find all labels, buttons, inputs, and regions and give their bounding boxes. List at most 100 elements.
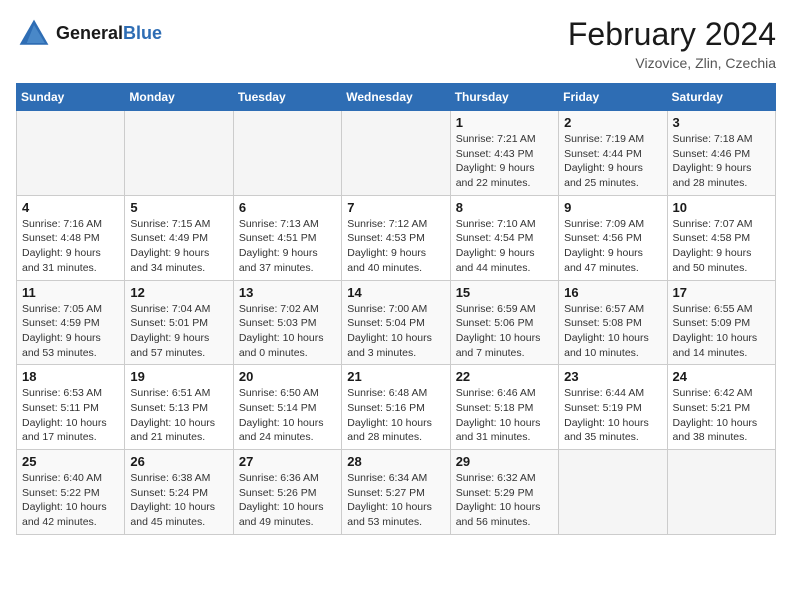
day-number: 21 xyxy=(347,369,444,384)
day-info: Sunrise: 7:00 AM Sunset: 5:04 PM Dayligh… xyxy=(347,302,444,361)
day-number: 18 xyxy=(22,369,119,384)
calendar-cell xyxy=(125,111,233,196)
day-number: 20 xyxy=(239,369,336,384)
calendar-cell: 5 Sunrise: 7:15 AM Sunset: 4:49 PM Daylig… xyxy=(125,195,233,280)
calendar-week-row: 25Sunrise: 6:40 AM Sunset: 5:22 PM Dayli… xyxy=(17,450,776,535)
day-info: Sunrise: 7:16 AM Sunset: 4:48 PM Dayligh… xyxy=(22,217,119,276)
day-number: 3 xyxy=(673,115,770,130)
day-info: Sunrise: 7:04 AM Sunset: 5:01 PM Dayligh… xyxy=(130,302,227,361)
calendar-cell: 15 Sunrise: 6:59 AM Sunset: 5:06 PM Dayli… xyxy=(450,280,558,365)
day-info: Sunrise: 6:57 AM Sunset: 5:08 PM Dayligh… xyxy=(564,302,661,361)
day-info: Sunrise: 7:10 AM Sunset: 4:54 PM Dayligh… xyxy=(456,217,553,276)
day-number: 28 xyxy=(347,454,444,469)
weekday-header-monday: Monday xyxy=(125,84,233,111)
calendar-cell: 8 Sunrise: 7:10 AM Sunset: 4:54 PM Daylig… xyxy=(450,195,558,280)
calendar-cell: 16 Sunrise: 6:57 AM Sunset: 5:08 PM Dayli… xyxy=(559,280,667,365)
calendar-cell: 11 Sunrise: 7:05 AM Sunset: 4:59 PM Dayli… xyxy=(17,280,125,365)
day-number: 2 xyxy=(564,115,661,130)
logo: GeneralBlue xyxy=(16,16,162,52)
calendar-cell: 1 Sunrise: 7:21 AM Sunset: 4:43 PM Daylig… xyxy=(450,111,558,196)
day-number: 27 xyxy=(239,454,336,469)
day-number: 11 xyxy=(22,285,119,300)
calendar-cell: 12 Sunrise: 7:04 AM Sunset: 5:01 PM Dayli… xyxy=(125,280,233,365)
day-info: Sunrise: 6:51 AM Sunset: 5:13 PM Dayligh… xyxy=(130,386,227,445)
day-number: 5 xyxy=(130,200,227,215)
calendar-cell xyxy=(559,450,667,535)
day-info: Sunrise: 7:02 AM Sunset: 5:03 PM Dayligh… xyxy=(239,302,336,361)
calendar-cell: 17Sunrise: 6:55 AM Sunset: 5:09 PM Dayli… xyxy=(667,280,775,365)
calendar-cell: 13 Sunrise: 7:02 AM Sunset: 5:03 PM Dayli… xyxy=(233,280,341,365)
calendar-cell xyxy=(667,450,775,535)
day-info: Sunrise: 7:09 AM Sunset: 4:56 PM Dayligh… xyxy=(564,217,661,276)
day-number: 23 xyxy=(564,369,661,384)
day-number: 6 xyxy=(239,200,336,215)
calendar-cell xyxy=(233,111,341,196)
weekday-header-saturday: Saturday xyxy=(667,84,775,111)
calendar-cell: 26 Sunrise: 6:38 AM Sunset: 5:24 PM Dayli… xyxy=(125,450,233,535)
weekday-header-tuesday: Tuesday xyxy=(233,84,341,111)
calendar-week-row: 11 Sunrise: 7:05 AM Sunset: 4:59 PM Dayli… xyxy=(17,280,776,365)
day-info: Sunrise: 7:07 AM Sunset: 4:58 PM Dayligh… xyxy=(673,217,770,276)
page-header: GeneralBlue February 2024 Vizovice, Zlin… xyxy=(16,16,776,71)
day-number: 9 xyxy=(564,200,661,215)
day-number: 7 xyxy=(347,200,444,215)
calendar-cell: 20 Sunrise: 6:50 AM Sunset: 5:14 PM Dayli… xyxy=(233,365,341,450)
day-info: Sunrise: 7:19 AM Sunset: 4:44 PM Dayligh… xyxy=(564,132,661,191)
day-info: Sunrise: 7:15 AM Sunset: 4:49 PM Dayligh… xyxy=(130,217,227,276)
weekday-header-sunday: Sunday xyxy=(17,84,125,111)
calendar-cell: 19 Sunrise: 6:51 AM Sunset: 5:13 PM Dayli… xyxy=(125,365,233,450)
day-info: Sunrise: 6:48 AM Sunset: 5:16 PM Dayligh… xyxy=(347,386,444,445)
calendar-cell: 6 Sunrise: 7:13 AM Sunset: 4:51 PM Daylig… xyxy=(233,195,341,280)
calendar-cell: 4Sunrise: 7:16 AM Sunset: 4:48 PM Daylig… xyxy=(17,195,125,280)
day-info: Sunrise: 7:12 AM Sunset: 4:53 PM Dayligh… xyxy=(347,217,444,276)
calendar-cell: 18Sunrise: 6:53 AM Sunset: 5:11 PM Dayli… xyxy=(17,365,125,450)
calendar-cell: 3 Sunrise: 7:18 AM Sunset: 4:46 PM Daylig… xyxy=(667,111,775,196)
calendar-cell: 23 Sunrise: 6:44 AM Sunset: 5:19 PM Dayli… xyxy=(559,365,667,450)
calendar-cell: 25Sunrise: 6:40 AM Sunset: 5:22 PM Dayli… xyxy=(17,450,125,535)
month-year: February 2024 xyxy=(568,16,776,53)
day-info: Sunrise: 6:44 AM Sunset: 5:19 PM Dayligh… xyxy=(564,386,661,445)
day-number: 19 xyxy=(130,369,227,384)
day-number: 26 xyxy=(130,454,227,469)
day-info: Sunrise: 6:55 AM Sunset: 5:09 PM Dayligh… xyxy=(673,302,770,361)
calendar-cell: 24 Sunrise: 6:42 AM Sunset: 5:21 PM Dayli… xyxy=(667,365,775,450)
day-info: Sunrise: 6:38 AM Sunset: 5:24 PM Dayligh… xyxy=(130,471,227,530)
day-info: Sunrise: 6:59 AM Sunset: 5:06 PM Dayligh… xyxy=(456,302,553,361)
day-info: Sunrise: 6:34 AM Sunset: 5:27 PM Dayligh… xyxy=(347,471,444,530)
calendar-cell: 27 Sunrise: 6:36 AM Sunset: 5:26 PM Dayli… xyxy=(233,450,341,535)
weekday-header-row: SundayMondayTuesdayWednesdayThursdayFrid… xyxy=(17,84,776,111)
calendar-week-row: 4Sunrise: 7:16 AM Sunset: 4:48 PM Daylig… xyxy=(17,195,776,280)
day-info: Sunrise: 7:05 AM Sunset: 4:59 PM Dayligh… xyxy=(22,302,119,361)
day-number: 25 xyxy=(22,454,119,469)
logo-icon xyxy=(16,16,52,52)
calendar-cell xyxy=(17,111,125,196)
calendar-cell: 21 Sunrise: 6:48 AM Sunset: 5:16 PM Dayli… xyxy=(342,365,450,450)
title-block: February 2024 Vizovice, Zlin, Czechia xyxy=(568,16,776,71)
calendar-cell: 10Sunrise: 7:07 AM Sunset: 4:58 PM Dayli… xyxy=(667,195,775,280)
logo-blue: Blue xyxy=(123,23,162,43)
day-info: Sunrise: 6:42 AM Sunset: 5:21 PM Dayligh… xyxy=(673,386,770,445)
day-info: Sunrise: 6:36 AM Sunset: 5:26 PM Dayligh… xyxy=(239,471,336,530)
day-number: 12 xyxy=(130,285,227,300)
calendar-cell: 29Sunrise: 6:32 AM Sunset: 5:29 PM Dayli… xyxy=(450,450,558,535)
day-number: 1 xyxy=(456,115,553,130)
day-info: Sunrise: 6:32 AM Sunset: 5:29 PM Dayligh… xyxy=(456,471,553,530)
calendar-week-row: 18Sunrise: 6:53 AM Sunset: 5:11 PM Dayli… xyxy=(17,365,776,450)
day-number: 13 xyxy=(239,285,336,300)
day-info: Sunrise: 7:18 AM Sunset: 4:46 PM Dayligh… xyxy=(673,132,770,191)
day-number: 8 xyxy=(456,200,553,215)
calendar-cell xyxy=(342,111,450,196)
day-info: Sunrise: 7:13 AM Sunset: 4:51 PM Dayligh… xyxy=(239,217,336,276)
day-number: 15 xyxy=(456,285,553,300)
calendar: SundayMondayTuesdayWednesdayThursdayFrid… xyxy=(16,83,776,535)
day-info: Sunrise: 6:50 AM Sunset: 5:14 PM Dayligh… xyxy=(239,386,336,445)
calendar-cell: 7 Sunrise: 7:12 AM Sunset: 4:53 PM Daylig… xyxy=(342,195,450,280)
calendar-cell: 28 Sunrise: 6:34 AM Sunset: 5:27 PM Dayli… xyxy=(342,450,450,535)
day-number: 16 xyxy=(564,285,661,300)
day-info: Sunrise: 6:46 AM Sunset: 5:18 PM Dayligh… xyxy=(456,386,553,445)
weekday-header-friday: Friday xyxy=(559,84,667,111)
day-number: 24 xyxy=(673,369,770,384)
weekday-header-thursday: Thursday xyxy=(450,84,558,111)
day-info: Sunrise: 7:21 AM Sunset: 4:43 PM Dayligh… xyxy=(456,132,553,191)
calendar-week-row: 1 Sunrise: 7:21 AM Sunset: 4:43 PM Daylig… xyxy=(17,111,776,196)
